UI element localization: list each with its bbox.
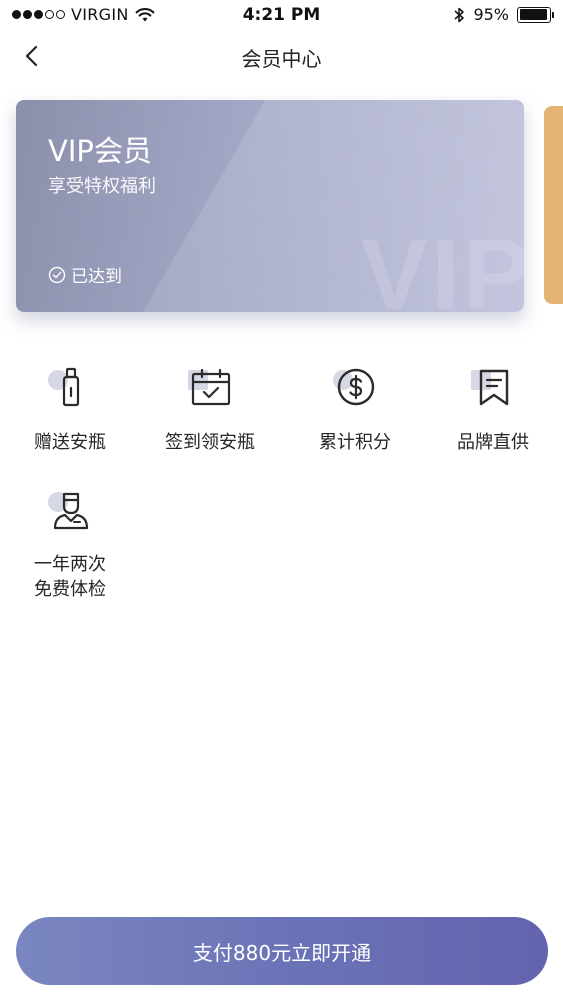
vip-card-subtitle: 享受特权福利 xyxy=(48,176,156,197)
bluetooth-icon xyxy=(454,7,465,22)
benefit-points[interactable]: 累计积分 xyxy=(285,360,425,455)
check-circle-icon xyxy=(48,266,66,283)
benefit-ampoule-gift[interactable]: 赠送安瓶 xyxy=(0,360,140,455)
benefit-label: 签到领安瓶 xyxy=(165,432,255,453)
vip-card-title: VIP会员 xyxy=(48,134,152,168)
next-membership-card[interactable] xyxy=(544,106,563,304)
vip-watermark: VIP xyxy=(360,219,524,312)
bookmark-flag-icon xyxy=(467,360,519,412)
battery-fill xyxy=(519,9,548,20)
status-bar: VIRGIN 4:21 PM 95% xyxy=(0,0,563,32)
benefit-label: 品牌直供 xyxy=(457,432,529,453)
benefit-checkin-ampoule[interactable]: 签到领安瓶 xyxy=(140,360,280,455)
vip-card[interactable]: VIP VIP会员 享受特权福利 已达到 xyxy=(16,100,524,312)
benefit-label: 累计积分 xyxy=(319,432,391,453)
benefit-label: 赠送安瓶 xyxy=(34,432,106,453)
page-title: 会员中心 xyxy=(241,47,322,71)
status-right: 95% xyxy=(453,5,554,24)
doctor-icon xyxy=(44,482,96,534)
benefit-free-checkup[interactable]: 一年两次 免费体检 xyxy=(0,482,140,602)
vip-status-text: 已达到 xyxy=(71,267,122,287)
membership-card-carousel[interactable]: VIP VIP会员 享受特权福利 已达到 xyxy=(0,100,563,320)
nav-bar: 会员中心 xyxy=(0,32,563,80)
battery-icon xyxy=(517,6,554,23)
pay-activate-button[interactable]: 支付880元立即开通 xyxy=(16,917,548,985)
benefit-label: 一年两次 免费体检 xyxy=(34,554,106,600)
benefit-brand-direct[interactable]: 品牌直供 xyxy=(423,360,563,455)
dollar-coin-icon xyxy=(329,360,381,412)
ampoule-bottle-icon xyxy=(44,360,96,412)
vip-status: 已达到 xyxy=(48,262,122,287)
battery-percentage: 95% xyxy=(473,5,509,24)
calendar-check-icon xyxy=(184,360,236,412)
